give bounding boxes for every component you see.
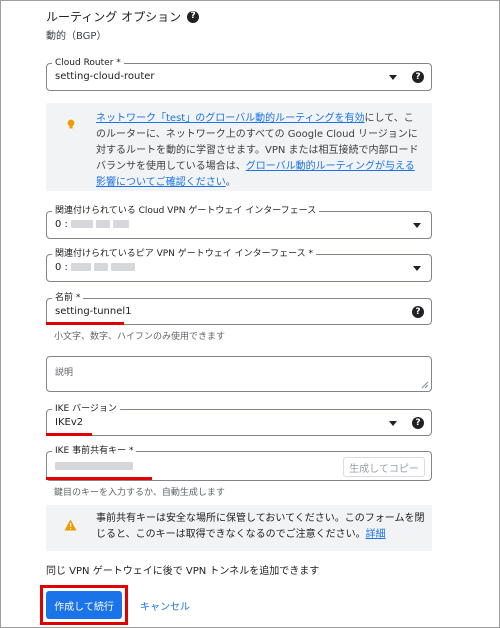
help-icon[interactable]: ?	[412, 306, 424, 318]
description-textarea[interactable]: 説明	[46, 356, 432, 392]
chevron-down-icon	[389, 75, 397, 80]
lightbulb-icon	[67, 119, 75, 129]
chevron-down-icon	[413, 223, 421, 228]
help-icon[interactable]: ?	[412, 71, 424, 83]
add-tunnel-later-note: 同じ VPN ゲートウェイに後で VPN トンネルを追加できます	[46, 566, 320, 577]
warning-icon	[64, 519, 77, 531]
ike-version-label: IKE バージョン	[52, 403, 120, 415]
annotation-highlight-box	[40, 585, 128, 625]
info-text: ネットワーク「test」のグローバル動的ルーティングを有効にして、このルーターに…	[96, 111, 422, 191]
vpn-gateway-interface-label: 関連付けられている Cloud VPN ゲートウェイ インターフェース	[52, 205, 320, 217]
psk-warning-box: 事前共有キーは安全な場所に保管しておいてください。このフォームを閉じると、このキ…	[46, 505, 432, 551]
ike-psk-label: IKE 事前共有キー *	[52, 445, 137, 457]
annotation-underline	[46, 477, 152, 480]
redacted-ip	[71, 263, 92, 271]
cloud-router-value: setting-cloud-router	[55, 71, 155, 82]
redacted-ip	[113, 220, 130, 228]
ike-version-value: IKEv2	[55, 417, 84, 428]
tunnel-name-value: setting-tunnel1	[55, 306, 132, 317]
redacted-ip	[111, 263, 136, 271]
description-placeholder: 説明	[55, 368, 74, 378]
tunnel-name-label: 名前 *	[52, 292, 84, 304]
ike-psk-hint: 鍵目のキーを入力するか、自動生成します	[54, 488, 225, 498]
generate-and-copy-button[interactable]: 生成してコピー	[343, 457, 425, 477]
peer-gateway-interface-select[interactable]: 関連付けられているピア VPN ゲートウェイ インターフェース * 0 :	[46, 248, 432, 282]
chevron-down-icon	[413, 266, 421, 271]
redacted-ip	[94, 263, 109, 271]
enable-global-routing-link[interactable]: ネットワーク「test」のグローバル動的ルーティングを有効	[96, 113, 365, 124]
redacted-ip	[71, 220, 94, 228]
redacted-key	[55, 462, 133, 470]
help-icon[interactable]: ?	[187, 10, 200, 23]
routing-options-heading: ルーティング オプション ?	[46, 8, 200, 25]
help-icon[interactable]: ?	[412, 417, 424, 429]
cloud-router-label: Cloud Router *	[52, 57, 124, 69]
routing-mode-text: 動的（BGP）	[46, 31, 107, 42]
global-routing-info-box: ネットワーク「test」のグローバル動的ルーティングを有効にして、このルーターに…	[46, 103, 432, 191]
cancel-button[interactable]: キャンセル	[140, 591, 190, 619]
redacted-ip	[96, 220, 111, 228]
tunnel-name-hint: 小文字、数字、ハイフンのみ使用できます	[54, 332, 226, 342]
cloud-router-select[interactable]: Cloud Router * setting-cloud-router ?	[46, 57, 432, 91]
ike-version-select[interactable]: IKE バージョン IKEv2 ?	[46, 403, 432, 436]
ike-psk-value	[55, 461, 133, 472]
psk-warning-text: 事前共有キーは安全な場所に保管しておいてください。このフォームを閉じると、このキ…	[96, 513, 425, 540]
vpn-gateway-interface-value: 0 :	[55, 219, 130, 230]
resize-handle-icon[interactable]	[421, 381, 429, 389]
peer-gateway-interface-label: 関連付けられているピア VPN ゲートウェイ インターフェース *	[52, 248, 317, 260]
vpn-gateway-interface-select[interactable]: 関連付けられている Cloud VPN ゲートウェイ インターフェース 0 :	[46, 205, 432, 239]
info-end: 。	[225, 177, 236, 188]
annotation-underline	[46, 433, 92, 436]
tunnel-name-field[interactable]: 名前 * setting-tunnel1 ?	[46, 292, 432, 325]
routing-options-title: ルーティング オプション	[46, 10, 182, 24]
chevron-down-icon	[389, 421, 397, 426]
annotation-underline	[46, 322, 124, 325]
learn-more-link[interactable]: 詳細	[366, 529, 386, 540]
peer-gateway-interface-value: 0 :	[55, 262, 136, 273]
